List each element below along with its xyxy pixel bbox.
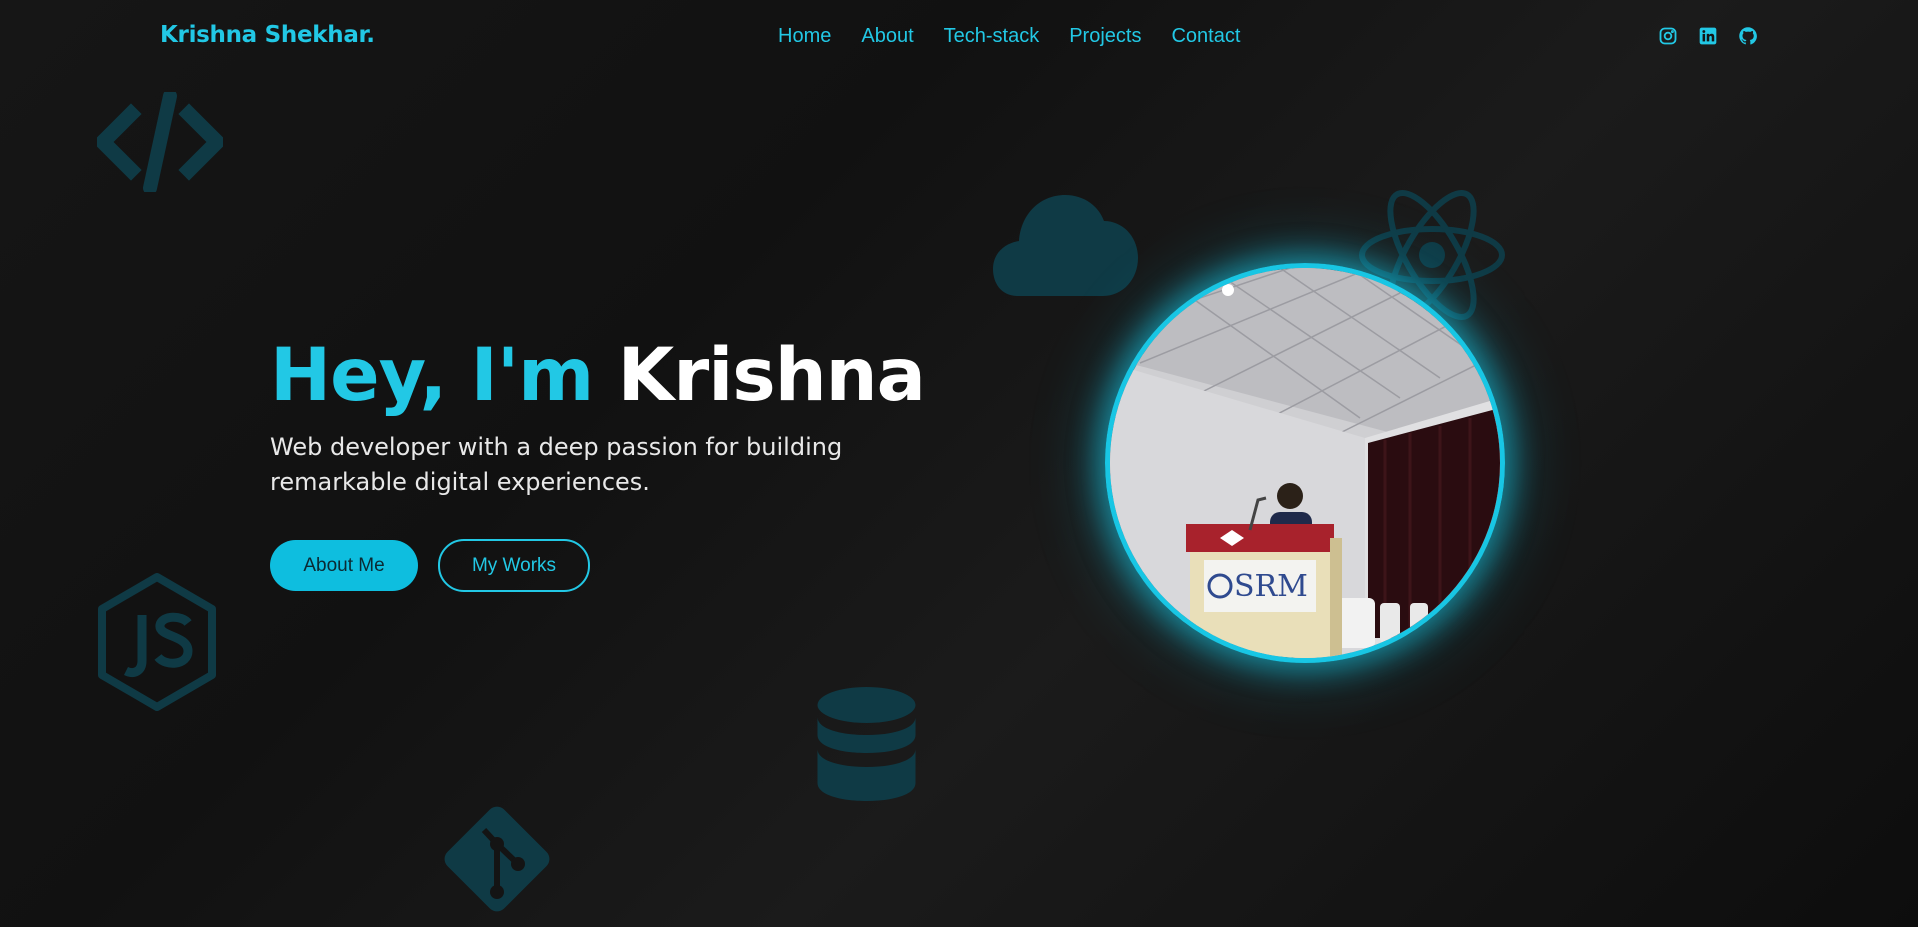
profile-photo: SRM	[1105, 263, 1505, 663]
brand-logo[interactable]: Krishna Shekhar.	[160, 22, 375, 48]
nav-home[interactable]: Home	[778, 25, 831, 48]
nav-tech-stack[interactable]: Tech-stack	[944, 25, 1040, 48]
nav-contact[interactable]: Contact	[1171, 25, 1240, 48]
podium-logo-text: SRM	[1234, 569, 1308, 604]
nav-projects[interactable]: Projects	[1069, 25, 1141, 48]
nodejs-icon	[96, 573, 218, 711]
database-icon	[816, 687, 917, 801]
hero-section: Hey, I'm Krishna Web developer with a de…	[270, 332, 970, 592]
hero-title: Hey, I'm Krishna	[270, 332, 970, 420]
linkedin-icon[interactable]	[1698, 26, 1718, 46]
my-works-button[interactable]: My Works	[438, 539, 590, 592]
hero-greeting: Hey, I'm	[270, 333, 594, 418]
about-me-button[interactable]: About Me	[270, 540, 418, 591]
code-icon	[97, 92, 223, 192]
instagram-icon[interactable]	[1658, 26, 1678, 46]
main-nav: Home About Tech-stack Projects Contact	[778, 25, 1240, 48]
hero-name: Krishna	[617, 333, 926, 418]
profile-photo-illustration: SRM	[1110, 268, 1500, 658]
hero-buttons: About Me My Works	[270, 539, 590, 592]
nav-about[interactable]: About	[861, 25, 913, 48]
hero-subtitle: Web developer with a deep passion for bu…	[270, 433, 843, 496]
git-icon	[438, 800, 556, 918]
social-links	[1658, 26, 1758, 46]
cloud-icon	[993, 193, 1138, 296]
site-header: Krishna Shekhar. Home About Tech-stack P…	[0, 0, 1918, 76]
github-icon[interactable]	[1738, 26, 1758, 46]
